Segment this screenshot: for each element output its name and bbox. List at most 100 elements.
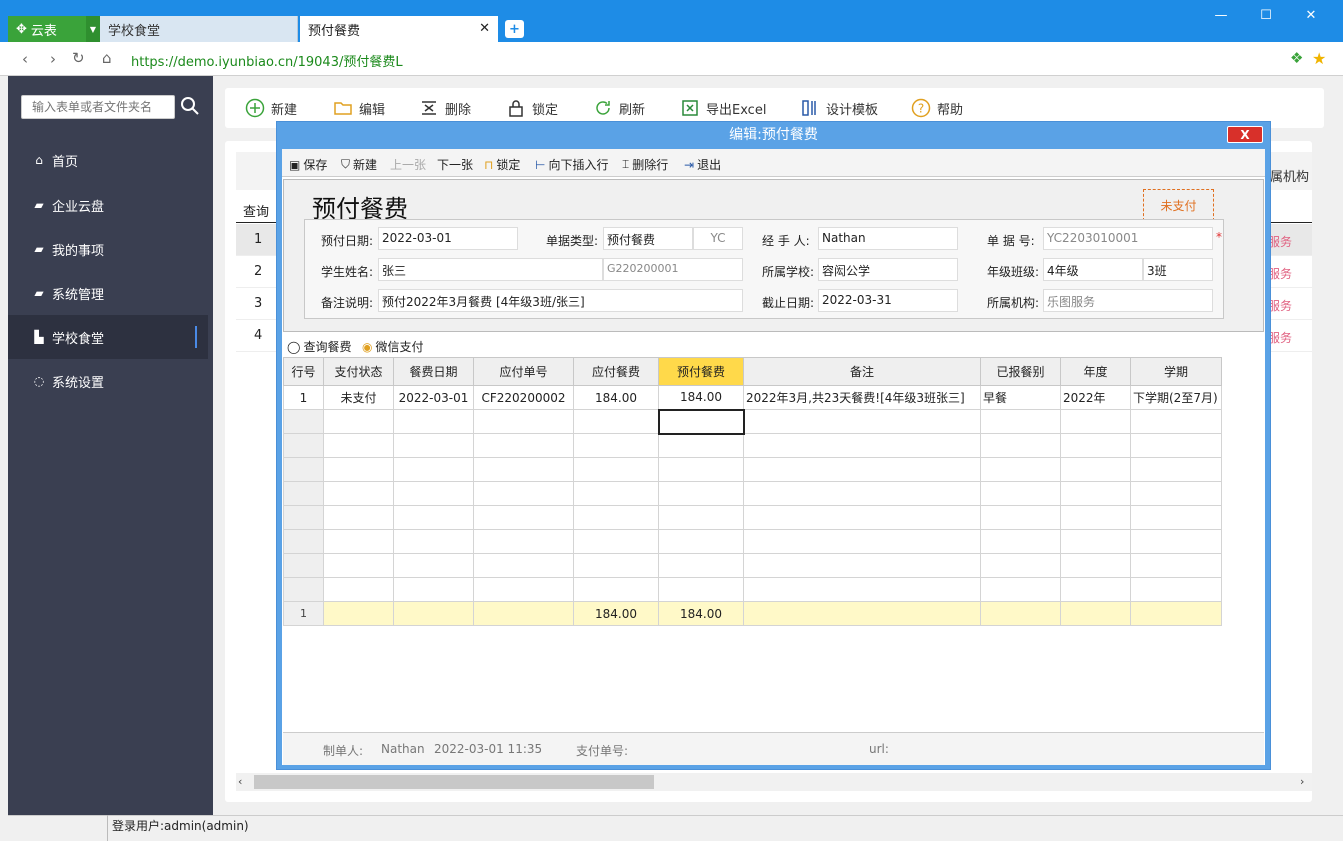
- grid-cell[interactable]: CF220200002: [473, 385, 574, 410]
- sidebar-item-my-tasks[interactable]: ▰ 我的事项: [8, 227, 208, 271]
- query-label[interactable]: 查询: [243, 201, 269, 220]
- doc-type-code: YC: [693, 227, 743, 250]
- delete-button[interactable]: 删除: [419, 98, 471, 118]
- col-header[interactable]: 学期: [1130, 357, 1222, 386]
- table-row[interactable]: [283, 553, 1222, 578]
- class-field[interactable]: 3班: [1143, 258, 1213, 281]
- table-row[interactable]: 1 未支付 2022-03-01 CF220200002 184.00 184.…: [283, 385, 1222, 410]
- doc-no-field[interactable]: YC2203010001: [1043, 227, 1213, 250]
- scrollbar-thumb[interactable]: [254, 775, 654, 789]
- col-header[interactable]: 年度: [1060, 357, 1131, 386]
- search-icon[interactable]: [180, 96, 200, 116]
- forward-icon[interactable]: ›: [50, 50, 56, 68]
- org-field[interactable]: 乐图服务: [1043, 289, 1213, 312]
- sidebar-item-system-settings[interactable]: ◌ 系统设置: [8, 359, 208, 403]
- scroll-right-icon[interactable]: ›: [1300, 775, 1304, 788]
- edit-button[interactable]: 编辑: [333, 98, 385, 118]
- col-header[interactable]: 备注: [743, 357, 981, 386]
- school-field[interactable]: 容闳公学: [818, 258, 958, 281]
- table-row[interactable]: [283, 481, 1222, 506]
- grade-field[interactable]: 4年级: [1043, 258, 1143, 281]
- save-button[interactable]: ▣ 保存: [289, 156, 327, 173]
- grid-cell[interactable]: 2022年: [1060, 385, 1131, 410]
- table-row[interactable]: [283, 505, 1222, 530]
- maximize-icon[interactable]: ☐: [1255, 6, 1277, 24]
- grid-cell[interactable]: 1: [283, 385, 324, 410]
- col-header[interactable]: 应付单号: [473, 357, 574, 386]
- wechat-pay-button[interactable]: ◉ 微信支付: [362, 338, 424, 355]
- folder-open-icon: [334, 102, 352, 115]
- export-excel-button[interactable]: 导出Excel: [680, 98, 766, 118]
- doc-type-field[interactable]: 预付餐费: [603, 227, 693, 250]
- grid-cell[interactable]: 下学期(2至7月): [1130, 385, 1222, 410]
- ruler-icon: [802, 100, 816, 116]
- col-header-highlighted[interactable]: 预付餐费: [658, 357, 744, 386]
- deadline-field[interactable]: 2022-03-31: [818, 289, 958, 312]
- url-text[interactable]: https://demo.iyunbiao.cn/19043/预付餐费L: [131, 51, 403, 70]
- lock-button[interactable]: 锁定: [506, 98, 558, 118]
- refresh-icon[interactable]: ↻: [72, 49, 85, 67]
- tab-school-canteen[interactable]: 学校食堂: [100, 16, 298, 42]
- insert-row-button[interactable]: ⊢ 向下插入行: [535, 156, 608, 173]
- new-tab-button[interactable]: +: [505, 20, 524, 38]
- dialog-footer: [283, 732, 1264, 765]
- sidebar-item-school-canteen[interactable]: ▙ 学校食堂: [8, 315, 208, 359]
- grid-cell[interactable]: 2022年3月,共23天餐费![4年级3班张三]: [743, 385, 981, 410]
- brand-tab[interactable]: ✥ 云表: [8, 16, 86, 42]
- col-header[interactable]: 行号: [283, 357, 324, 386]
- dialog-lock-button[interactable]: ⊓ 锁定: [484, 156, 520, 173]
- query-meal-fee-button[interactable]: ◯ 查询餐费: [287, 338, 351, 355]
- tab-prepaid-meal[interactable]: 预付餐费 ✕: [300, 16, 498, 42]
- plus-circle-icon: [245, 98, 265, 118]
- refresh-button[interactable]: 刷新: [593, 98, 645, 118]
- dialog-new-button[interactable]: ⛉ 新建: [341, 156, 377, 173]
- col-header[interactable]: 应付餐费: [573, 357, 659, 386]
- home-icon[interactable]: ⌂: [102, 49, 112, 67]
- extension-icon[interactable]: ❖: [1290, 49, 1303, 67]
- grid-cell[interactable]: 184.00: [658, 385, 744, 410]
- table-row[interactable]: [283, 577, 1222, 602]
- minimize-icon[interactable]: —: [1210, 6, 1232, 24]
- prepay-date-field[interactable]: 2022-03-01: [378, 227, 518, 250]
- brand-dropdown-icon[interactable]: ▼: [86, 16, 100, 42]
- delete-row-button[interactable]: ⌶ 删除行: [622, 156, 668, 173]
- dialog-close-button[interactable]: X: [1227, 126, 1263, 143]
- table-row[interactable]: [283, 408, 1222, 435]
- next-record-button[interactable]: 下一张: [437, 156, 473, 173]
- sidebar-item-home[interactable]: ⌂ 首页: [8, 138, 208, 182]
- svg-text:?: ?: [918, 102, 924, 116]
- institution-cell: 服务: [1268, 331, 1293, 345]
- prev-record-button[interactable]: 上一张: [390, 156, 426, 173]
- close-window-icon[interactable]: ✕: [1300, 6, 1322, 24]
- selected-cell[interactable]: [657, 408, 745, 435]
- sidebar-item-system-admin[interactable]: ▰ 系统管理: [8, 271, 208, 315]
- grid-cell[interactable]: 184.00: [573, 385, 659, 410]
- table-row[interactable]: [283, 529, 1222, 554]
- sidebar-item-cloud-disk[interactable]: ▰ 企业云盘: [8, 183, 208, 227]
- help-button[interactable]: ? 帮助: [911, 98, 963, 118]
- design-template-button[interactable]: 设计模板: [800, 98, 878, 118]
- folder-icon: ▰: [34, 198, 44, 212]
- close-tab-icon[interactable]: ✕: [479, 21, 490, 36]
- student-name-field[interactable]: 张三: [378, 258, 603, 281]
- col-header[interactable]: 已报餐别: [980, 357, 1061, 386]
- table-row[interactable]: [283, 457, 1222, 482]
- table-row[interactable]: [283, 433, 1222, 458]
- handler-field[interactable]: Nathan: [818, 227, 958, 250]
- new-button[interactable]: 新建: [245, 98, 297, 118]
- remark-field[interactable]: 预付2022年3月餐费 [4年级3班/张三]: [378, 289, 743, 312]
- grid-cell[interactable]: 2022-03-01: [393, 385, 474, 410]
- column-header-institution[interactable]: 属机构: [1270, 166, 1309, 185]
- search-input[interactable]: [21, 95, 175, 119]
- col-header[interactable]: 餐费日期: [393, 357, 474, 386]
- grid-cell[interactable]: 早餐: [980, 385, 1061, 410]
- exit-button[interactable]: ⇥ 退出: [684, 156, 721, 173]
- favorite-star-icon[interactable]: ★: [1312, 49, 1326, 68]
- scroll-left-icon[interactable]: ‹: [238, 775, 242, 788]
- grid-header-row: 行号 支付状态 餐费日期 应付单号 应付餐费 预付餐费 备注 已报餐别 年度 学…: [283, 357, 1222, 386]
- lock-icon: ⊓: [484, 157, 494, 172]
- col-header[interactable]: 支付状态: [323, 357, 394, 386]
- back-icon[interactable]: ‹: [22, 50, 28, 68]
- settings-icon: ◌: [33, 374, 45, 388]
- grid-cell[interactable]: 未支付: [323, 385, 394, 410]
